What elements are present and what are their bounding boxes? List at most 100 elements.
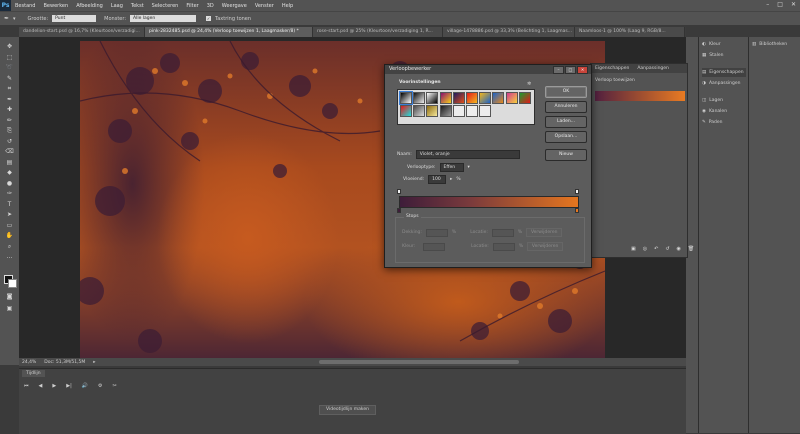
menu-selecteren[interactable]: Selecteren — [148, 3, 183, 9]
trash-icon[interactable]: 🗑 — [688, 246, 694, 252]
reset-default-icon[interactable]: ↺ — [665, 246, 669, 252]
gradient-preset-swatch[interactable] — [466, 92, 478, 104]
type-tool-icon[interactable]: T — [5, 201, 14, 209]
menu-laag[interactable]: Laag — [107, 3, 127, 9]
first-frame-icon[interactable]: ⏮ — [24, 383, 29, 389]
panel-item-libraries[interactable]: ▥ Bibliotheken — [752, 40, 787, 49]
gradient-preset-swatch[interactable] — [413, 105, 426, 117]
panel-item-kanalen[interactable]: ◉ Kanalen — [702, 107, 727, 116]
menu-3d[interactable]: 3D — [203, 3, 218, 9]
close-button[interactable]: ✕ — [791, 1, 796, 8]
opacity-location-input[interactable] — [491, 228, 514, 237]
color-stop-right[interactable] — [575, 208, 579, 213]
menu-bewerken[interactable]: Bewerken — [39, 3, 72, 9]
gradient-preset-swatch[interactable] — [439, 105, 452, 117]
opacity-input[interactable] — [425, 228, 448, 237]
gradient-preset-swatch[interactable] — [399, 91, 413, 105]
smoothness-input[interactable]: 100 — [428, 175, 447, 184]
audio-icon[interactable]: 🔊 — [82, 383, 88, 389]
eyedropper-icon[interactable]: ✒ — [4, 15, 9, 22]
tab-adjustments[interactable]: Aanpassingen — [633, 64, 673, 73]
brush-tool-icon[interactable]: ✏ — [5, 117, 14, 125]
size-select[interactable]: Punt — [52, 15, 97, 22]
panel-item-aanpassingen[interactable]: ◑ Aanpassingen — [702, 79, 741, 88]
shape-tool-icon[interactable]: ▭ — [5, 222, 14, 230]
menu-afbeelding[interactable]: Afbeelding — [72, 3, 107, 9]
gradient-preset-swatch[interactable] — [479, 105, 492, 117]
create-video-timeline-button[interactable]: Videotijdlijn maken — [319, 405, 376, 415]
next-frame-icon[interactable]: ▶| — [66, 383, 72, 389]
eyedropper-tool-icon[interactable]: ✒ — [5, 96, 14, 104]
ok-button[interactable]: OK — [545, 86, 587, 98]
sample-select[interactable]: Alle lagen — [130, 15, 197, 22]
menu-help[interactable]: Help — [278, 3, 297, 9]
delete-opacity-stop-button[interactable]: Verwijderen — [526, 228, 563, 237]
gradient-preset-swatch[interactable] — [466, 105, 478, 117]
play-icon[interactable]: ▶ — [52, 383, 56, 389]
name-input[interactable]: Violet, oranje — [415, 150, 520, 159]
marquee-tool-icon[interactable]: ⬚ — [5, 54, 14, 62]
timeline-tab[interactable]: Tijdlijn — [22, 370, 45, 377]
pen-tool-icon[interactable]: ✑ — [5, 190, 14, 198]
background-color-swatch[interactable] — [8, 279, 17, 288]
horizontal-scrollbar[interactable] — [319, 360, 519, 364]
clip-layer-icon[interactable]: ▣ — [631, 246, 636, 252]
color-location-input[interactable] — [492, 242, 515, 251]
smoothness-arrow-icon[interactable]: ▸ — [450, 177, 452, 182]
panel-item-eigenschappen[interactable]: ▤ Eigenschappen — [702, 68, 746, 77]
new-button[interactable]: Nieuw — [545, 149, 587, 161]
menu-tekst[interactable]: Tekst — [127, 3, 148, 9]
doc-tab[interactable]: Naamloos-1 @ 100% (Laag 9, RGB/8... — [575, 27, 685, 37]
split-icon[interactable]: ✂ — [112, 383, 116, 389]
cancel-button[interactable]: Annuleren — [545, 101, 587, 113]
gradient-preset-swatch[interactable] — [492, 92, 505, 104]
gradient-preset-swatch[interactable] — [518, 92, 531, 104]
delete-color-stop-button[interactable]: Verwijderen — [527, 242, 564, 251]
panel-item-kleur[interactable]: ◐ Kleur — [702, 40, 721, 49]
path-select-icon[interactable]: ➤ — [5, 211, 14, 219]
panel-item-paden[interactable]: ✎ Paden — [702, 118, 723, 127]
panel-item-stalen[interactable]: ▦ Stalen — [702, 51, 724, 60]
panel-item-lagen[interactable]: ◫ Lagen — [702, 96, 723, 105]
visibility-icon[interactable]: ◉ — [677, 246, 681, 252]
gradient-preset-swatch[interactable] — [505, 92, 518, 104]
gradient-preset-swatch[interactable] — [439, 92, 452, 104]
dropdown-arrow-icon[interactable]: ▾ — [13, 16, 16, 22]
gradient-type-select[interactable]: Effen — [439, 163, 464, 172]
load-button[interactable]: Laden... — [545, 116, 587, 128]
lasso-tool-icon[interactable]: ➰ — [5, 64, 14, 72]
screen-mode-icon[interactable]: ▣ — [5, 305, 14, 313]
gradient-preset-swatch[interactable] — [452, 92, 465, 104]
doc-tab[interactable]: pink-2832485.psd @ 24,4% (Verloop toewij… — [145, 27, 313, 37]
quick-mask-icon[interactable]: ◙ — [5, 293, 14, 301]
settings-icon[interactable]: ⚙ — [98, 383, 102, 389]
zoom-tool-icon[interactable]: ⌕ — [5, 243, 14, 251]
dialog-maximize-button[interactable]: □ — [565, 66, 576, 74]
history-brush-icon[interactable]: ↺ — [5, 138, 14, 146]
dialog-close-button[interactable]: ✕ — [577, 66, 588, 74]
view-previous-icon[interactable]: ◎ — [643, 246, 647, 252]
gradient-map-preview[interactable] — [595, 91, 685, 101]
save-button[interactable]: Opslaan... — [545, 131, 587, 143]
doc-tab[interactable]: dandelion-start.psd @ 16,7% (Kleurtoon/v… — [19, 27, 145, 37]
blur-tool-icon[interactable]: ◆ — [5, 169, 14, 177]
gradient-bar[interactable] — [399, 196, 579, 208]
gradient-preset-swatch[interactable] — [452, 105, 465, 117]
move-tool-icon[interactable]: ✥ — [5, 43, 14, 51]
dodge-tool-icon[interactable]: ● — [5, 180, 14, 188]
doc-tab[interactable]: village-1478886.psd @ 33,3% (Belichting … — [443, 27, 575, 37]
opacity-stop-right[interactable] — [575, 189, 579, 194]
opacity-stop-left[interactable] — [397, 189, 401, 194]
dialog-minimize-button[interactable]: – — [553, 66, 564, 74]
gradient-preset-swatch[interactable] — [426, 105, 439, 117]
menu-weergave[interactable]: Weergave — [218, 3, 251, 9]
show-ring-checkbox[interactable]: ✓ — [206, 16, 212, 21]
minimize-button[interactable]: – — [766, 1, 769, 8]
menu-filter[interactable]: Filter — [182, 3, 202, 9]
hand-tool-icon[interactable]: ✋ — [5, 232, 14, 240]
status-menu-arrow-icon[interactable]: ▸ — [93, 360, 95, 365]
eraser-tool-icon[interactable]: ⌫ — [5, 148, 14, 156]
reset-icon[interactable]: ↶ — [654, 246, 658, 252]
color-stop-left[interactable] — [397, 208, 401, 213]
gradient-type-arrow-icon[interactable]: ▾ — [468, 165, 470, 170]
